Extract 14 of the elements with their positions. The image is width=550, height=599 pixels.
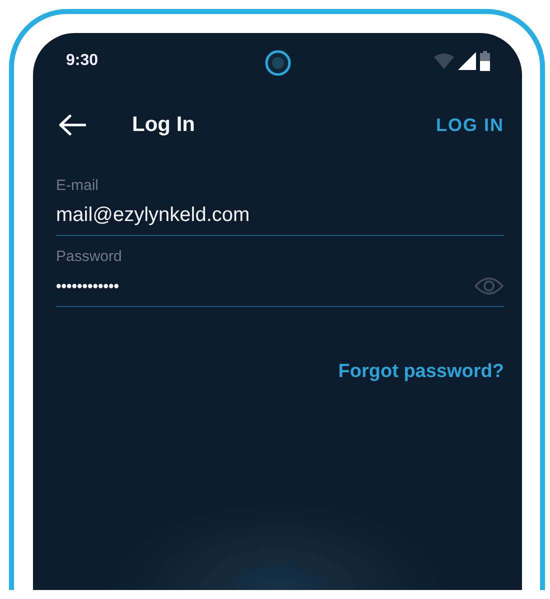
login-button[interactable]: LOG IN [436, 114, 504, 136]
camera-icon [264, 49, 292, 77]
back-button[interactable] [58, 114, 86, 136]
battery-icon [480, 51, 490, 71]
forgot-password-link[interactable]: Forgot password? [338, 361, 504, 383]
input-field[interactable]: mail@ezylynkeld.com [56, 200, 504, 230]
field-label: E-mail [56, 177, 100, 195]
wifi-icon [434, 53, 454, 69]
signal-icon [458, 52, 476, 70]
input-field[interactable]: •••••••••••• [56, 271, 474, 301]
screen-title: Log In [132, 113, 196, 137]
back-arrow-icon [58, 114, 86, 136]
status-time: 9:30 [66, 52, 98, 70]
field-label: Password [56, 248, 123, 266]
